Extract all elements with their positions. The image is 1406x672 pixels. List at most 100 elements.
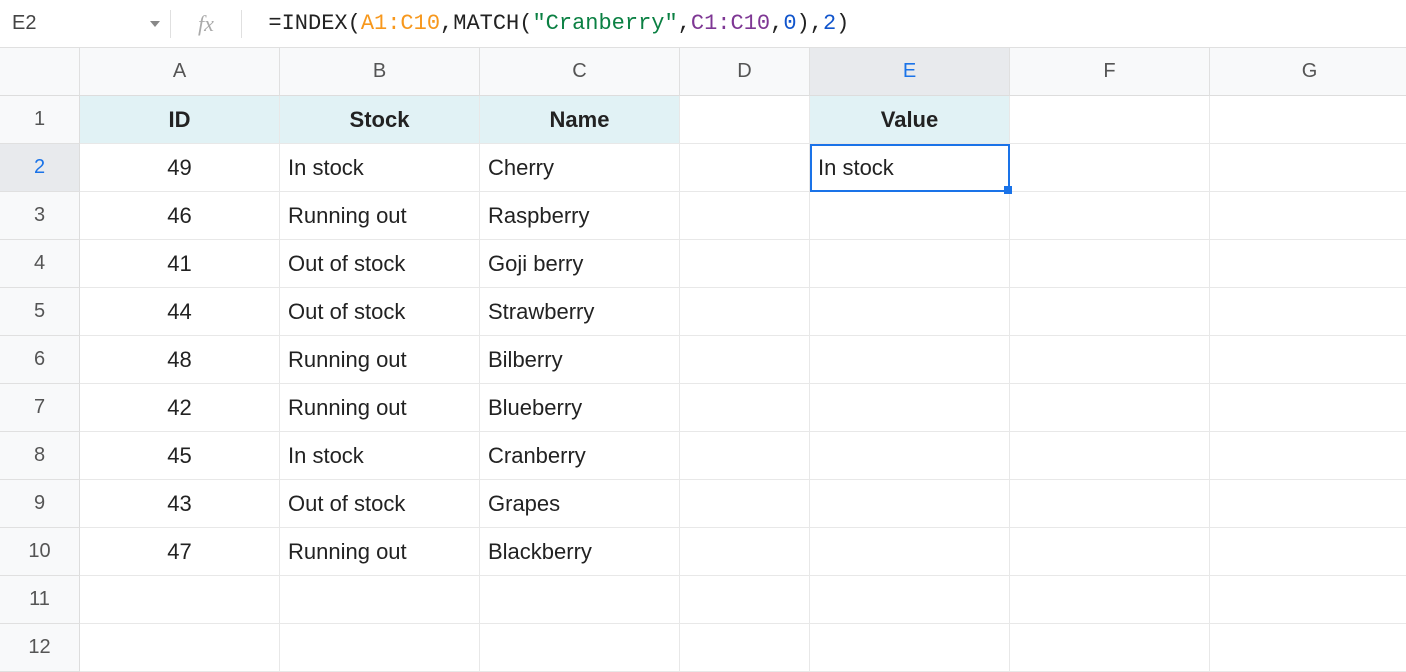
- cell-D11[interactable]: [680, 576, 810, 624]
- col-header-G[interactable]: G: [1210, 48, 1406, 96]
- row-header-2[interactable]: 2: [0, 144, 80, 192]
- cell-B9[interactable]: Out of stock: [280, 480, 480, 528]
- col-header-E[interactable]: E: [810, 48, 1010, 96]
- cell-D1[interactable]: [680, 96, 810, 144]
- cell-F1[interactable]: [1010, 96, 1210, 144]
- cell-D7[interactable]: [680, 384, 810, 432]
- row-header-4[interactable]: 4: [0, 240, 80, 288]
- cell-F9[interactable]: [1010, 480, 1210, 528]
- select-all-corner[interactable]: [0, 48, 80, 96]
- cell-D4[interactable]: [680, 240, 810, 288]
- cell-G3[interactable]: [1210, 192, 1406, 240]
- cell-A8[interactable]: 45: [80, 432, 280, 480]
- cell-A9[interactable]: 43: [80, 480, 280, 528]
- cell-E6[interactable]: [810, 336, 1010, 384]
- cell-E2[interactable]: In stock: [810, 144, 1010, 192]
- cell-C9[interactable]: Grapes: [480, 480, 680, 528]
- cell-F7[interactable]: [1010, 384, 1210, 432]
- cell-B8[interactable]: In stock: [280, 432, 480, 480]
- cell-E12[interactable]: [810, 624, 1010, 672]
- cell-B5[interactable]: Out of stock: [280, 288, 480, 336]
- cell-A1[interactable]: ID: [80, 96, 280, 144]
- cell-E7[interactable]: [810, 384, 1010, 432]
- cell-B7[interactable]: Running out: [280, 384, 480, 432]
- cell-C3[interactable]: Raspberry: [480, 192, 680, 240]
- cell-F5[interactable]: [1010, 288, 1210, 336]
- cell-B12[interactable]: [280, 624, 480, 672]
- cell-G8[interactable]: [1210, 432, 1406, 480]
- cell-F4[interactable]: [1010, 240, 1210, 288]
- formula-input[interactable]: =INDEX(A1:C10,MATCH("Cranberry",C1:C10,0…: [242, 11, 1406, 36]
- row-header-9[interactable]: 9: [0, 480, 80, 528]
- cell-C6[interactable]: Bilberry: [480, 336, 680, 384]
- cell-B1[interactable]: Stock: [280, 96, 480, 144]
- col-header-F[interactable]: F: [1010, 48, 1210, 96]
- col-header-D[interactable]: D: [680, 48, 810, 96]
- cell-E4[interactable]: [810, 240, 1010, 288]
- cell-E8[interactable]: [810, 432, 1010, 480]
- cell-A7[interactable]: 42: [80, 384, 280, 432]
- cell-D8[interactable]: [680, 432, 810, 480]
- cell-A2[interactable]: 49: [80, 144, 280, 192]
- cell-C4[interactable]: Goji berry: [480, 240, 680, 288]
- cell-G7[interactable]: [1210, 384, 1406, 432]
- cell-A11[interactable]: [80, 576, 280, 624]
- cell-G6[interactable]: [1210, 336, 1406, 384]
- row-header-1[interactable]: 1: [0, 96, 80, 144]
- cell-A10[interactable]: 47: [80, 528, 280, 576]
- cell-E1[interactable]: Value: [810, 96, 1010, 144]
- col-header-B[interactable]: B: [280, 48, 480, 96]
- cell-C12[interactable]: [480, 624, 680, 672]
- cell-A6[interactable]: 48: [80, 336, 280, 384]
- row-header-11[interactable]: 11: [0, 576, 80, 624]
- cell-A5[interactable]: 44: [80, 288, 280, 336]
- cell-D9[interactable]: [680, 480, 810, 528]
- cell-E11[interactable]: [810, 576, 1010, 624]
- cell-D10[interactable]: [680, 528, 810, 576]
- cell-G1[interactable]: [1210, 96, 1406, 144]
- cell-B3[interactable]: Running out: [280, 192, 480, 240]
- cell-F8[interactable]: [1010, 432, 1210, 480]
- cell-A12[interactable]: [80, 624, 280, 672]
- chevron-down-icon[interactable]: [150, 21, 160, 27]
- cell-A4[interactable]: 41: [80, 240, 280, 288]
- cell-F11[interactable]: [1010, 576, 1210, 624]
- cell-E9[interactable]: [810, 480, 1010, 528]
- cell-C5[interactable]: Strawberry: [480, 288, 680, 336]
- cell-D6[interactable]: [680, 336, 810, 384]
- name-box[interactable]: E2: [0, 0, 170, 47]
- cell-G9[interactable]: [1210, 480, 1406, 528]
- col-header-A[interactable]: A: [80, 48, 280, 96]
- cell-C8[interactable]: Cranberry: [480, 432, 680, 480]
- cell-B4[interactable]: Out of stock: [280, 240, 480, 288]
- cell-G4[interactable]: [1210, 240, 1406, 288]
- cell-C7[interactable]: Blueberry: [480, 384, 680, 432]
- cell-G5[interactable]: [1210, 288, 1406, 336]
- cell-C1[interactable]: Name: [480, 96, 680, 144]
- row-header-12[interactable]: 12: [0, 624, 80, 672]
- cell-F10[interactable]: [1010, 528, 1210, 576]
- row-header-8[interactable]: 8: [0, 432, 80, 480]
- cell-D5[interactable]: [680, 288, 810, 336]
- cell-B10[interactable]: Running out: [280, 528, 480, 576]
- cell-B2[interactable]: In stock: [280, 144, 480, 192]
- row-header-5[interactable]: 5: [0, 288, 80, 336]
- row-header-7[interactable]: 7: [0, 384, 80, 432]
- cell-F12[interactable]: [1010, 624, 1210, 672]
- cell-D2[interactable]: [680, 144, 810, 192]
- col-header-C[interactable]: C: [480, 48, 680, 96]
- row-header-6[interactable]: 6: [0, 336, 80, 384]
- row-header-10[interactable]: 10: [0, 528, 80, 576]
- cell-G2[interactable]: [1210, 144, 1406, 192]
- cell-F3[interactable]: [1010, 192, 1210, 240]
- cell-E5[interactable]: [810, 288, 1010, 336]
- cell-B11[interactable]: [280, 576, 480, 624]
- cell-G12[interactable]: [1210, 624, 1406, 672]
- cell-F2[interactable]: [1010, 144, 1210, 192]
- cell-D3[interactable]: [680, 192, 810, 240]
- row-header-3[interactable]: 3: [0, 192, 80, 240]
- cell-A3[interactable]: 46: [80, 192, 280, 240]
- cell-E10[interactable]: [810, 528, 1010, 576]
- cell-F6[interactable]: [1010, 336, 1210, 384]
- cell-D12[interactable]: [680, 624, 810, 672]
